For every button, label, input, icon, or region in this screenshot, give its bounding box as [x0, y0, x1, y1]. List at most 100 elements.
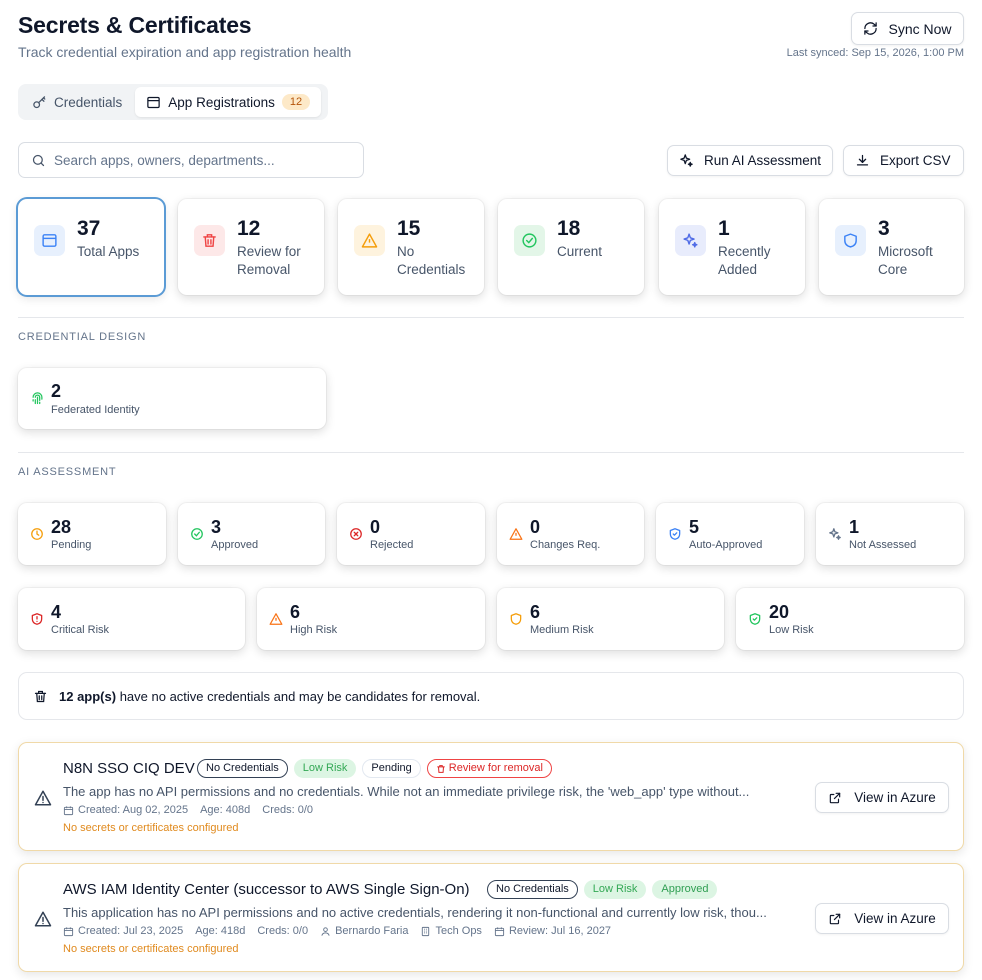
- export-csv-label: Export CSV: [880, 153, 951, 168]
- stat-value: 1: [718, 217, 730, 240]
- app-review-date: Review: Jul 16, 2027: [508, 925, 612, 937]
- risk-value: 20: [769, 602, 790, 622]
- app-tags: No Credentials Low Risk Approved: [487, 880, 718, 899]
- page-title: Secrets & Certificates: [18, 12, 252, 38]
- ai-status-value: 1: [849, 517, 860, 537]
- fingerprint-icon: [32, 392, 43, 405]
- export-csv-button[interactable]: Export CSV: [843, 145, 964, 176]
- run-ai-assessment-label: Run AI Assessment: [704, 153, 822, 168]
- ai-status-auto-approved[interactable]: 5 Auto-Approved: [656, 503, 804, 565]
- ai-status-label: Auto-Approved: [689, 539, 763, 551]
- search-box[interactable]: [18, 142, 364, 178]
- download-icon: [856, 154, 869, 166]
- tag-approved: Approved: [652, 880, 718, 899]
- window-icon: [147, 96, 161, 108]
- risk-high[interactable]: 6 High Risk: [257, 588, 485, 650]
- tab-credentials[interactable]: Credentials: [21, 87, 133, 117]
- alert-message: have no active credentials and may be ca…: [116, 688, 481, 704]
- external-link-icon: [829, 792, 841, 803]
- app-name: N8N SSO CIQ DEV: [63, 760, 195, 777]
- run-ai-assessment-button[interactable]: Run AI Assessment: [667, 145, 834, 176]
- stat-total-apps[interactable]: 37 Total Apps: [18, 199, 164, 295]
- tag-pending: Pending: [362, 759, 421, 778]
- trash-icon: [436, 764, 445, 773]
- check-circle-icon: [191, 528, 203, 540]
- search-input[interactable]: [54, 152, 344, 168]
- stat-microsoft-core[interactable]: 3 Microsoft Core: [819, 199, 964, 295]
- ai-status-value: 0: [370, 517, 381, 537]
- section-divider: [18, 317, 964, 318]
- app-card[interactable]: AWS IAM Identity Center (successor to AW…: [18, 863, 964, 972]
- tag-low-risk: Low Risk: [293, 759, 357, 778]
- page-header: Secrets & Certificates Track credential …: [18, 12, 351, 60]
- ai-status-changes-requested[interactable]: 0 Changes Req.: [497, 503, 644, 565]
- alert-text: 12 app(s) have no active credentials and…: [59, 689, 480, 704]
- risk-critical[interactable]: 4 Critical Risk: [18, 588, 245, 650]
- section-divider: [18, 452, 964, 453]
- trash-icon: [34, 690, 47, 702]
- app-age: Age: 418d: [195, 925, 246, 937]
- ai-status-approved[interactable]: 3 Approved: [178, 503, 325, 565]
- app-config-note: No secrets or certificates configured: [63, 822, 239, 834]
- tag-review-for-removal-label: Review for removal: [448, 762, 543, 774]
- ai-status-not-assessed[interactable]: 1 Not Assessed: [816, 503, 964, 565]
- app-age: Age: 408d: [200, 804, 251, 816]
- calendar-icon: [63, 926, 74, 936]
- stat-no-credentials[interactable]: 15 No Credentials: [338, 199, 484, 295]
- x-circle-icon: [350, 528, 362, 540]
- stat-review-for-removal[interactable]: 12 Review for Removal: [178, 199, 324, 295]
- sparkles-icon: [680, 154, 693, 167]
- calendar-icon: [494, 926, 505, 936]
- risk-label: Low Risk: [769, 624, 814, 636]
- app-creds: Creds: 0/0: [262, 804, 313, 816]
- ai-status-label: Rejected: [370, 539, 414, 551]
- credential-design-heading: CREDENTIAL DESIGN: [18, 331, 147, 343]
- ai-status-label: Pending: [51, 539, 92, 551]
- stat-current[interactable]: 18 Current: [498, 199, 644, 295]
- key-icon: [33, 95, 46, 108]
- risk-value: 6: [530, 602, 541, 622]
- warning-icon: [34, 911, 52, 927]
- tab-count-badge: 12: [281, 94, 311, 110]
- ai-status-pending[interactable]: 28 Pending: [18, 503, 166, 565]
- stat-recently-added[interactable]: 1 Recently Added: [659, 199, 805, 295]
- stat-value: 3: [878, 217, 890, 240]
- stat-label: Recently Added: [718, 244, 771, 277]
- view-tabs: Credentials App Registrations 12: [18, 84, 328, 120]
- removal-candidates-alert: 12 app(s) have no active credentials and…: [18, 672, 964, 720]
- ai-status-rejected[interactable]: 0 Rejected: [337, 503, 485, 565]
- risk-low[interactable]: 20 Low Risk: [736, 588, 964, 650]
- sparkles-icon: [683, 233, 698, 248]
- view-in-azure-button[interactable]: View in Azure: [815, 782, 949, 813]
- view-in-azure-label: View in Azure: [854, 911, 936, 926]
- tag-no-credentials: No Credentials: [197, 759, 288, 778]
- stat-label: Total Apps: [77, 244, 140, 259]
- tag-review-for-removal: Review for removal: [426, 759, 552, 778]
- risk-label: Critical Risk: [51, 624, 110, 636]
- sync-now-button[interactable]: Sync Now: [851, 12, 964, 45]
- app-description: The app has no API permissions and no cr…: [63, 784, 750, 799]
- page-subtitle: Track credential expiration and app regi…: [18, 44, 352, 60]
- federated-identity-value: 2: [51, 381, 62, 401]
- view-in-azure-label: View in Azure: [854, 790, 936, 805]
- federated-identity-card[interactable]: 2 Federated Identity: [18, 368, 326, 429]
- risk-value: 4: [51, 602, 62, 622]
- shield-check-icon: [749, 613, 761, 625]
- tab-credentials-label: Credentials: [54, 94, 123, 110]
- risk-label: Medium Risk: [530, 624, 594, 636]
- warning-icon: [509, 528, 523, 540]
- app-tags: No Credentials Low Risk Pending Review f…: [197, 759, 552, 778]
- view-in-azure-button[interactable]: View in Azure: [815, 903, 949, 934]
- federated-identity-label: Federated Identity: [51, 404, 140, 416]
- alert-count: 12 app(s): [59, 688, 117, 704]
- ai-status-value: 5: [689, 517, 700, 537]
- risk-medium[interactable]: 6 Medium Risk: [497, 588, 724, 650]
- app-card[interactable]: N8N SSO CIQ DEV No Credentials Low Risk …: [18, 742, 964, 851]
- app-config-note: No secrets or certificates configured: [63, 943, 239, 955]
- ai-status-value: 28: [51, 517, 72, 537]
- app-description: This application has no API permissions …: [63, 905, 767, 920]
- stat-value: 37: [77, 217, 101, 240]
- stat-value: 18: [557, 217, 581, 240]
- app-created: Created: Aug 02, 2025: [78, 804, 189, 816]
- tab-app-registrations[interactable]: App Registrations 12: [135, 87, 322, 117]
